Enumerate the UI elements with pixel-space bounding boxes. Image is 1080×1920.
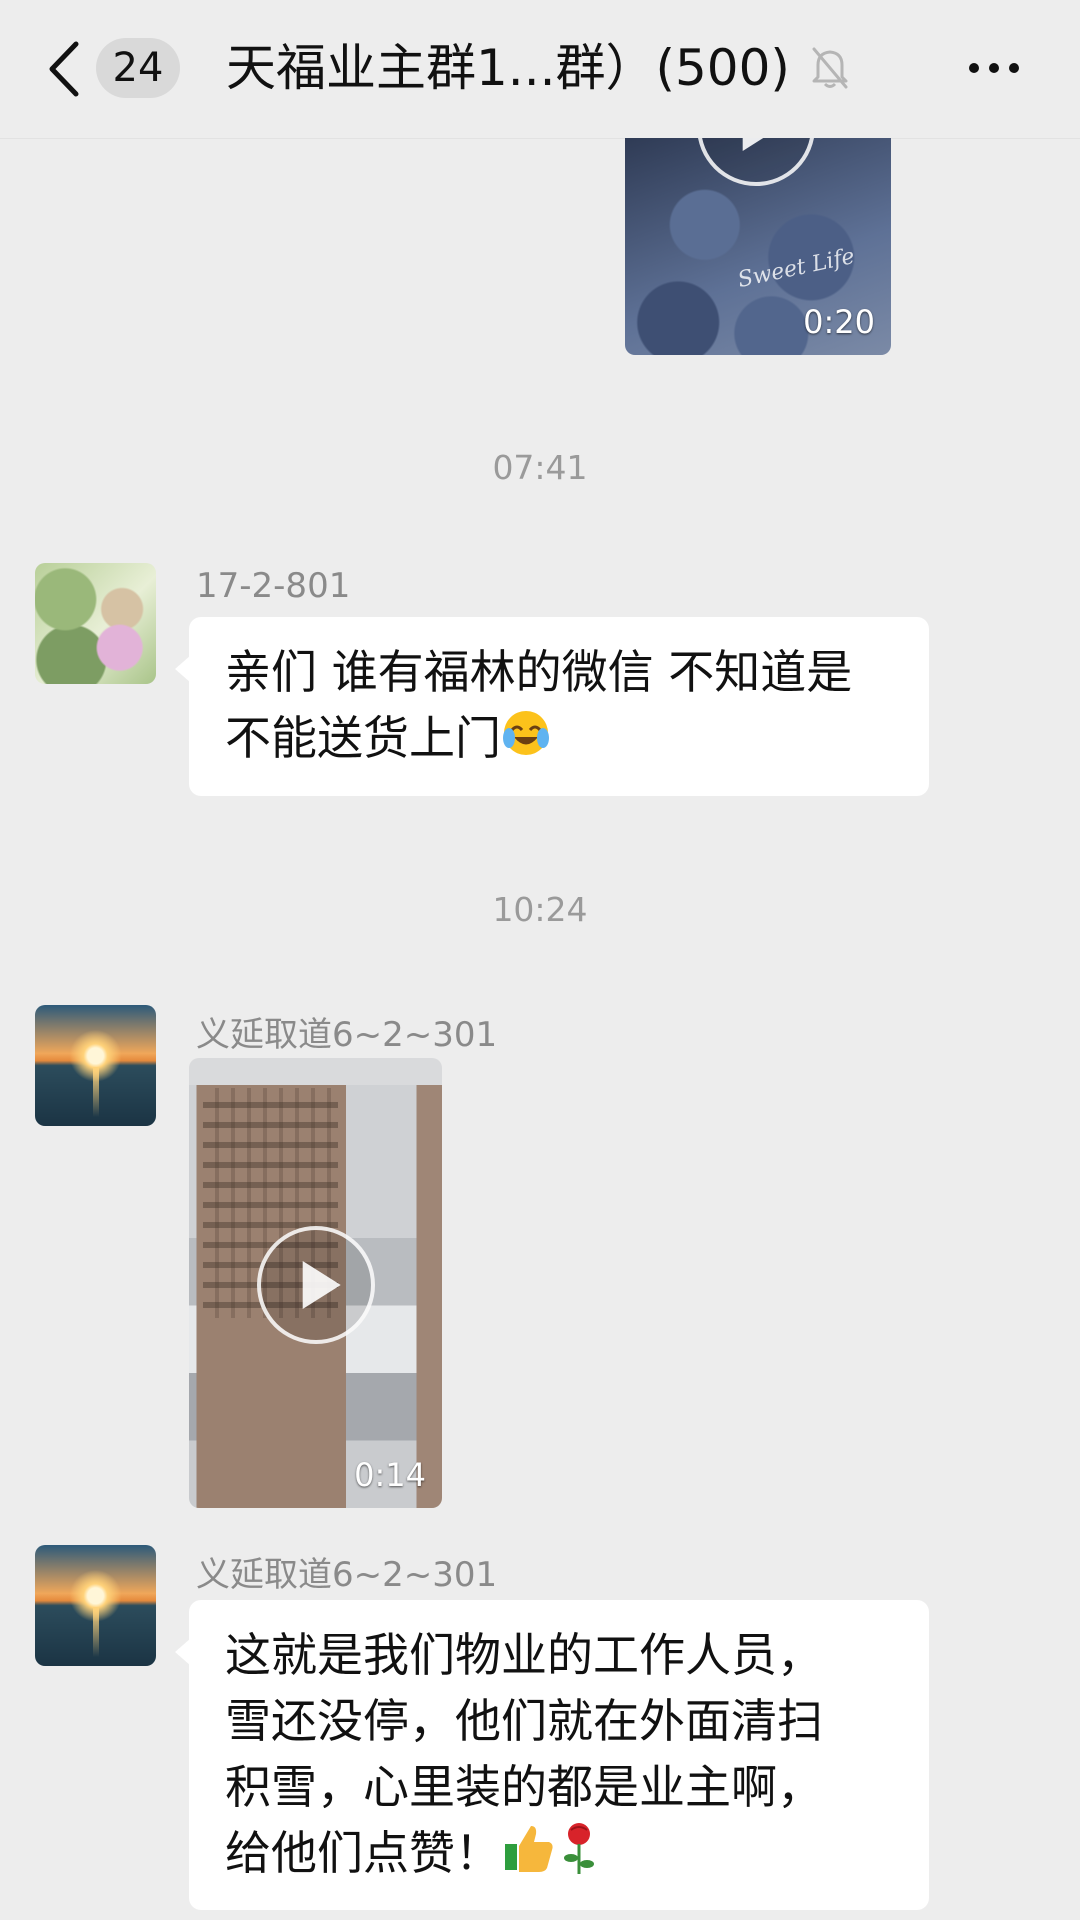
message-line: 雪还没停，他们就在外面清扫	[225, 1694, 823, 1748]
text-message-bubble[interactable]: 亲们 谁有福林的微信 不知道是 不能送货上门	[175, 617, 929, 796]
chevron-left-icon	[49, 41, 79, 97]
video-message[interactable]: 0:14	[189, 1058, 442, 1508]
thumbs-up-emoji	[501, 1820, 557, 1893]
video-duration: 0:20	[803, 303, 875, 341]
avatar[interactable]	[35, 563, 156, 684]
sender-name: 义延取道6~2~301	[196, 1555, 498, 1595]
bell-muted-icon	[808, 43, 852, 91]
avatar[interactable]	[35, 1005, 156, 1126]
timestamp: 10:24	[492, 890, 588, 929]
sender-name: 17-2-801	[196, 566, 351, 606]
crying-laughing-emoji	[501, 708, 551, 775]
message-line: 这就是我们物业的工作人员，	[225, 1628, 823, 1682]
unread-count-badge[interactable]: 24	[96, 38, 180, 98]
chat-header: 24 天福业主群1...群）(500)	[0, 0, 1080, 139]
play-icon	[697, 138, 815, 186]
play-icon	[257, 1226, 375, 1344]
video-duration: 0:14	[354, 1456, 426, 1494]
video-overlay-text: Sweet Life	[735, 243, 857, 294]
back-button[interactable]	[40, 34, 90, 104]
rose-emoji	[557, 1820, 601, 1893]
message-line: 亲们 谁有福林的微信 不知道是	[225, 645, 853, 699]
message-line: 给他们点赞！	[225, 1820, 893, 1893]
sender-name: 义延取道6~2~301	[196, 1015, 498, 1055]
message-line: 积雪，心里装的都是业主啊，	[225, 1760, 823, 1814]
chat-title[interactable]: 天福业主群1...群）(500)	[226, 30, 790, 106]
text-message-bubble[interactable]: 这就是我们物业的工作人员， 雪还没停，他们就在外面清扫 积雪，心里装的都是业主啊…	[175, 1600, 929, 1910]
avatar[interactable]	[35, 1545, 156, 1666]
more-options-button[interactable]	[964, 46, 1024, 90]
more-dots-icon	[969, 63, 1019, 73]
video-message[interactable]: Sweet Life 0:20	[625, 138, 891, 355]
timestamp: 07:41	[492, 448, 588, 487]
message-line: 不能送货上门	[225, 705, 893, 775]
